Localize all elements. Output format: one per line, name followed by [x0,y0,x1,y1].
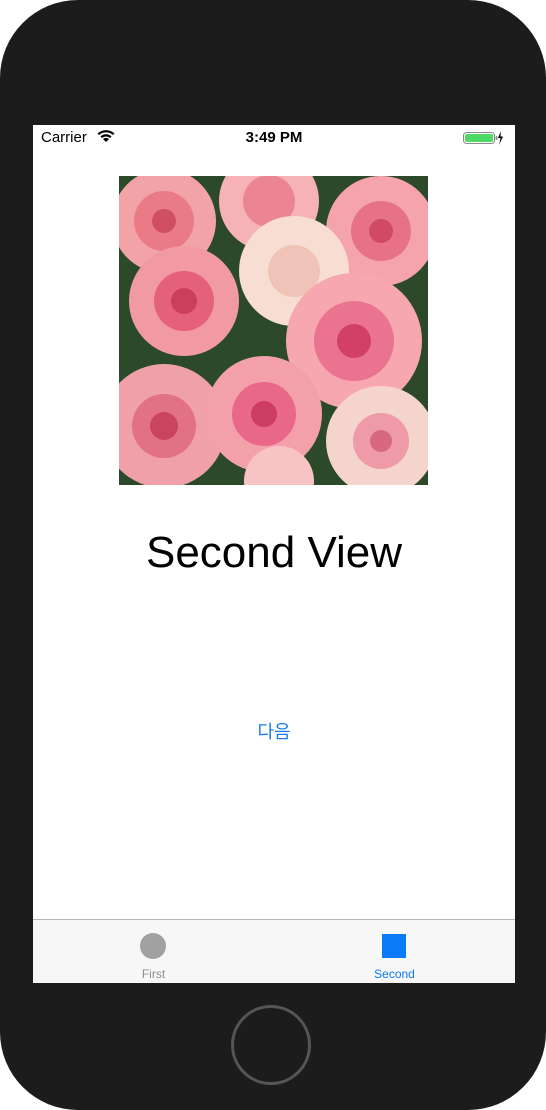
tab-first[interactable]: First [33,920,274,983]
tab-first-label: First [141,967,166,981]
device-frame: Carrier 3:49 PM Second View 다음 First Sec… [0,0,546,1110]
tab-second-label: Second [374,967,415,981]
tab-second[interactable]: Second [274,920,515,983]
screen: Carrier 3:49 PM Second View 다음 First Sec… [33,125,515,983]
square-icon [382,934,406,958]
page-title: Second View [145,528,403,577]
tab-bar: First Second [33,919,515,983]
battery-charging-icon [463,131,503,145]
rose-photo [119,176,428,485]
circle-icon [140,933,166,959]
home-button[interactable] [231,1005,311,1085]
status-bar: Carrier 3:49 PM [33,125,515,151]
status-time: 3:49 PM [245,129,303,146]
next-button[interactable]: 다음 [224,717,324,747]
